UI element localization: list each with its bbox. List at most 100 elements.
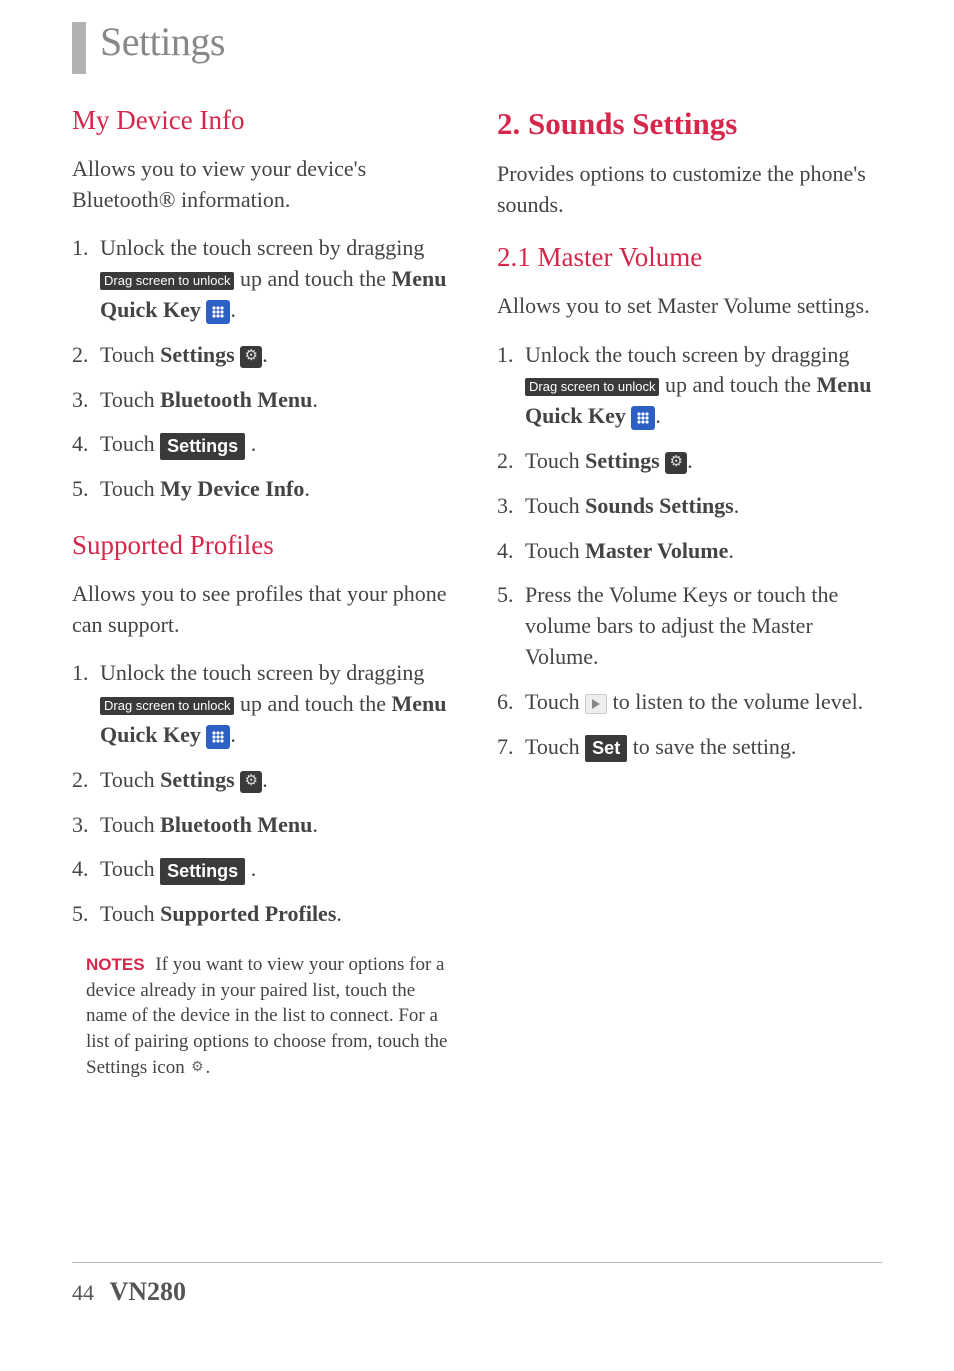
menu-quick-key-icon — [631, 406, 655, 430]
step-number: 3. — [72, 810, 100, 841]
step-number: 2. — [497, 446, 525, 477]
step-text: Touch — [100, 812, 160, 837]
settings-button-badge: Settings — [160, 433, 245, 460]
sounds-settings-label: Sounds Settings — [585, 493, 734, 518]
step-number: 2. — [72, 340, 100, 371]
step-text: Touch — [100, 476, 160, 501]
my-device-info-steps: 1. Unlock the touch screen by dragging D… — [72, 233, 457, 505]
step-text: Touch — [525, 493, 585, 518]
step-text: Unlock the touch screen by dragging — [100, 235, 424, 260]
bluetooth-menu-label: Bluetooth Menu — [160, 812, 312, 837]
master-volume-steps: 1. Unlock the touch screen by dragging D… — [497, 340, 882, 763]
heading-master-volume: 2.1 Master Volume — [497, 239, 882, 277]
step-text: Unlock the touch screen by dragging — [525, 342, 849, 367]
step-number: 1. — [72, 233, 100, 325]
step-text: Unlock the touch screen by dragging — [100, 660, 424, 685]
gear-icon: ⚙ — [240, 346, 262, 368]
list-item: 1. Unlock the touch screen by dragging D… — [497, 340, 882, 432]
step-number: 5. — [72, 474, 100, 505]
right-column: 2. Sounds Settings Provides options to c… — [497, 102, 882, 1080]
step-number: 3. — [72, 385, 100, 416]
menu-quick-key-icon — [206, 300, 230, 324]
step-number: 2. — [72, 765, 100, 796]
step-text: to listen to the volume level. — [613, 689, 864, 714]
play-icon — [585, 694, 607, 714]
step-text: Touch — [525, 538, 585, 563]
step-number: 1. — [72, 658, 100, 750]
bluetooth-menu-label: Bluetooth Menu — [160, 387, 312, 412]
step-text: up and touch the — [240, 266, 392, 291]
step-text: Touch — [100, 431, 160, 456]
my-device-info-label: My Device Info — [160, 476, 304, 501]
list-item: 7. Touch Set to save the setting. — [497, 732, 882, 763]
step-number: 4. — [72, 854, 100, 885]
notes-block: NOTES If you want to view your options f… — [86, 952, 457, 1080]
drag-unlock-badge: Drag screen to unlock — [100, 697, 234, 715]
step-number: 5. — [72, 899, 100, 930]
list-item: 5. Touch My Device Info. — [72, 474, 457, 505]
step-text: Touch — [525, 734, 585, 759]
heading-my-device-info: My Device Info — [72, 102, 457, 140]
list-item: 3. Touch Sounds Settings. — [497, 491, 882, 522]
sounds-settings-desc: Provides options to customize the phone'… — [497, 159, 882, 221]
list-item: 2. Touch Settings ⚙. — [72, 765, 457, 796]
list-item: 4. Touch Settings . — [72, 854, 457, 885]
settings-label: Settings — [160, 767, 235, 792]
step-number: 4. — [497, 536, 525, 567]
supported-profiles-desc: Allows you to see profiles that your pho… — [72, 579, 457, 641]
step-text: Touch — [525, 448, 585, 473]
set-button-badge: Set — [585, 735, 627, 762]
device-model: VN280 — [110, 1277, 187, 1306]
page-header: Settings — [72, 18, 882, 74]
header-accent — [72, 22, 86, 74]
step-text: Press the Volume Keys or touch the volum… — [525, 580, 882, 672]
list-item: 3. Touch Bluetooth Menu. — [72, 810, 457, 841]
step-text: up and touch the — [665, 372, 817, 397]
master-volume-label: Master Volume — [585, 538, 728, 563]
step-text: Touch — [100, 901, 160, 926]
list-item: 2. Touch Settings ⚙. — [497, 446, 882, 477]
supported-profiles-label: Supported Profiles — [160, 901, 336, 926]
list-item: 5. Touch Supported Profiles. — [72, 899, 457, 930]
step-number: 7. — [497, 732, 525, 763]
step-number: 5. — [497, 580, 525, 672]
step-number: 4. — [72, 429, 100, 460]
step-text: Touch — [525, 689, 585, 714]
step-text: to save the setting. — [633, 734, 797, 759]
step-number: 3. — [497, 491, 525, 522]
settings-label: Settings — [585, 448, 660, 473]
list-item: 1. Unlock the touch screen by dragging D… — [72, 233, 457, 325]
list-item: 5. Press the Volume Keys or touch the vo… — [497, 580, 882, 672]
step-text: up and touch the — [240, 691, 392, 716]
settings-label: Settings — [160, 342, 235, 367]
step-text: Touch — [100, 387, 160, 412]
step-text: Touch — [100, 767, 160, 792]
page-footer: 44 VN280 — [72, 1262, 882, 1307]
step-text: Touch — [100, 342, 160, 367]
list-item: 3. Touch Bluetooth Menu. — [72, 385, 457, 416]
list-item: 2. Touch Settings ⚙. — [72, 340, 457, 371]
step-text: Touch — [100, 856, 160, 881]
list-item: 6. Touch to listen to the volume level. — [497, 687, 882, 718]
step-number: 6. — [497, 687, 525, 718]
gear-icon: ⚙ — [189, 1060, 205, 1076]
supported-profiles-steps: 1. Unlock the touch screen by dragging D… — [72, 658, 457, 930]
list-item: 4. Touch Settings . — [72, 429, 457, 460]
notes-label: NOTES — [86, 955, 145, 974]
master-volume-desc: Allows you to set Master Volume settings… — [497, 291, 882, 322]
step-number: 1. — [497, 340, 525, 432]
gear-icon: ⚙ — [240, 771, 262, 793]
settings-button-badge: Settings — [160, 858, 245, 885]
drag-unlock-badge: Drag screen to unlock — [525, 378, 659, 396]
drag-unlock-badge: Drag screen to unlock — [100, 272, 234, 290]
left-column: My Device Info Allows you to view your d… — [72, 102, 457, 1080]
list-item: 1. Unlock the touch screen by dragging D… — [72, 658, 457, 750]
gear-icon: ⚙ — [665, 452, 687, 474]
page-number: 44 — [72, 1280, 94, 1305]
list-item: 4. Touch Master Volume. — [497, 536, 882, 567]
heading-sounds-settings: 2. Sounds Settings — [497, 102, 882, 145]
menu-quick-key-icon — [206, 725, 230, 749]
my-device-info-desc: Allows you to view your device's Bluetoo… — [72, 154, 457, 216]
heading-supported-profiles: Supported Profiles — [72, 527, 457, 565]
page-title: Settings — [100, 18, 225, 65]
